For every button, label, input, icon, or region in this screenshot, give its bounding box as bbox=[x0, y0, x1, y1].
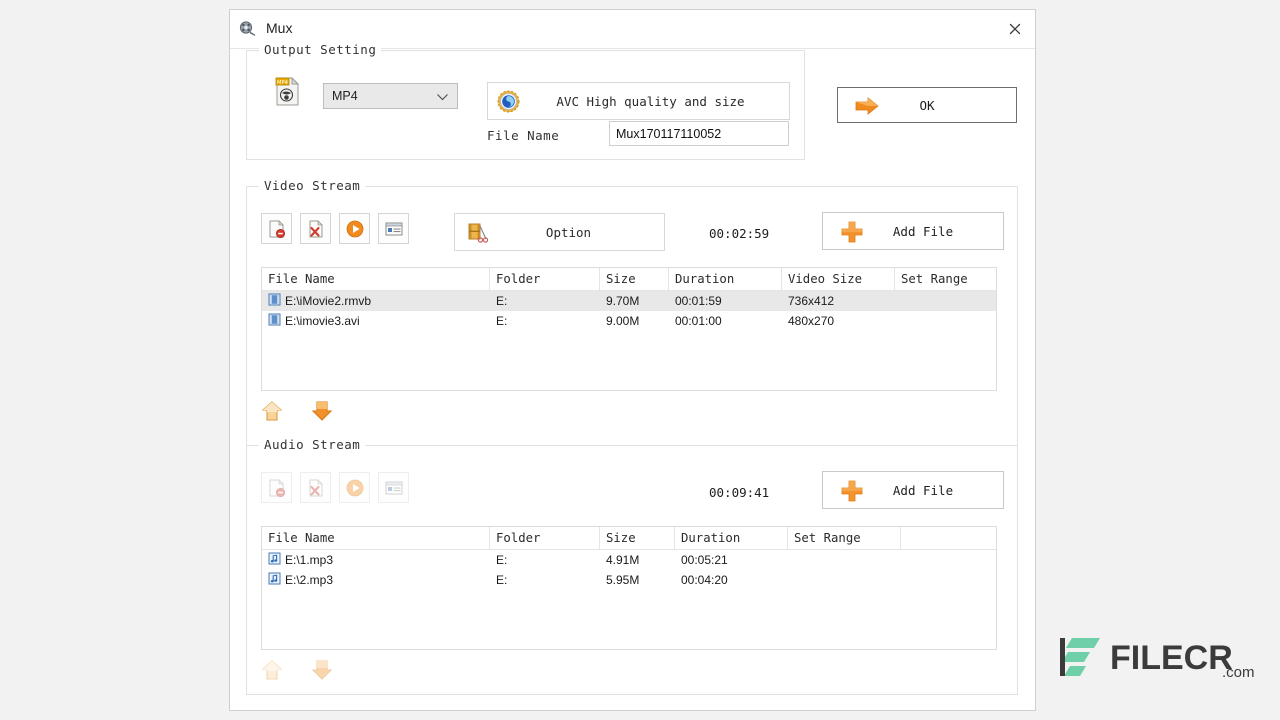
delete-file-icon[interactable] bbox=[300, 213, 331, 244]
quality-preset-button[interactable]: AVC High quality and size bbox=[487, 82, 790, 120]
video-cell-folder: E: bbox=[490, 314, 600, 328]
video-file-name-text: E:\iMovie2.rmvb bbox=[285, 294, 371, 308]
video-cell-duration: 00:01:00 bbox=[669, 314, 782, 328]
svg-text:MP4: MP4 bbox=[277, 80, 289, 86]
move-down-icon[interactable] bbox=[311, 659, 333, 681]
quality-preset-value: AVC High quality and size bbox=[488, 94, 789, 109]
table-row[interactable]: E:\iMovie2.rmvb E: 9.70M 00:01:59 736x41… bbox=[262, 291, 996, 311]
filecr-wordmark: FILECR bbox=[1110, 641, 1233, 675]
audio-table-header: File Name Folder Size Duration Set Range bbox=[262, 527, 996, 550]
audio-file-icon bbox=[268, 572, 281, 588]
audio-cell-size: 4.91M bbox=[600, 553, 675, 567]
audio-col-extra[interactable] bbox=[901, 527, 996, 549]
output-format-value: MP4 bbox=[332, 89, 358, 103]
filecr-watermark: FILECR .com bbox=[1060, 628, 1265, 688]
delete-file-icon[interactable] bbox=[300, 472, 331, 503]
remove-file-icon[interactable] bbox=[261, 213, 292, 244]
orange-plus-icon bbox=[841, 480, 863, 502]
film-cut-icon bbox=[467, 222, 489, 244]
video-total-duration: 00:02:59 bbox=[709, 226, 769, 241]
properties-icon[interactable] bbox=[378, 213, 409, 244]
filecr-tld: .com bbox=[1222, 664, 1255, 681]
orange-plus-icon bbox=[841, 221, 863, 243]
video-cell-video-size: 480x270 bbox=[782, 314, 895, 328]
chevron-down-icon bbox=[436, 91, 449, 105]
audio-cell-file-name: E:\2.mp3 bbox=[262, 572, 490, 588]
video-cell-size: 9.70M bbox=[600, 294, 669, 308]
mux-dialog-window: Mux Output Setting MP4 bbox=[229, 9, 1036, 711]
audio-file-name-text: E:\1.mp3 bbox=[285, 553, 333, 567]
audio-col-set-range[interactable]: Set Range bbox=[788, 527, 901, 549]
table-row[interactable]: E:\imovie3.avi E: 9.00M 00:01:00 480x270 bbox=[262, 311, 996, 331]
properties-icon[interactable] bbox=[378, 472, 409, 503]
file-name-input[interactable] bbox=[609, 121, 789, 146]
video-col-size[interactable]: Size bbox=[600, 268, 669, 290]
audio-cell-folder: E: bbox=[490, 573, 600, 587]
move-up-icon[interactable] bbox=[261, 400, 283, 422]
video-cell-file-name: E:\imovie3.avi bbox=[262, 313, 490, 329]
ok-button[interactable]: OK bbox=[837, 87, 1017, 123]
output-setting-group: Output Setting MP4 MP4 bbox=[246, 50, 805, 160]
audio-col-folder[interactable]: Folder bbox=[490, 527, 600, 549]
video-add-file-button[interactable]: Add File bbox=[822, 212, 1004, 250]
video-cell-folder: E: bbox=[490, 294, 600, 308]
video-cell-video-size: 736x412 bbox=[782, 294, 895, 308]
play-icon[interactable] bbox=[339, 472, 370, 503]
film-reel-icon bbox=[239, 20, 257, 38]
audio-stream-group: Audio Stream bbox=[246, 445, 1018, 695]
video-col-duration[interactable]: Duration bbox=[669, 268, 782, 290]
audio-cell-duration: 00:04:20 bbox=[675, 573, 788, 587]
video-file-icon bbox=[268, 293, 281, 309]
move-up-icon[interactable] bbox=[261, 659, 283, 681]
audio-toolbar bbox=[261, 472, 409, 503]
screen: Mux Output Setting MP4 bbox=[0, 0, 1280, 720]
video-toolbar bbox=[261, 213, 409, 244]
quality-gear-icon bbox=[497, 90, 520, 113]
video-col-video-size[interactable]: Video Size bbox=[782, 268, 895, 290]
video-file-name-text: E:\imovie3.avi bbox=[285, 314, 360, 328]
output-format-select[interactable]: MP4 bbox=[323, 83, 458, 109]
audio-cell-file-name: E:\1.mp3 bbox=[262, 552, 490, 568]
video-stream-group: Video Stream bbox=[246, 186, 1018, 466]
file-name-label: File Name bbox=[487, 128, 559, 143]
table-row[interactable]: E:\1.mp3 E: 4.91M 00:05:21 bbox=[262, 550, 996, 570]
audio-cell-size: 5.95M bbox=[600, 573, 675, 587]
video-cell-file-name: E:\iMovie2.rmvb bbox=[262, 293, 490, 309]
video-file-table: File Name Folder Size Duration Video Siz… bbox=[261, 267, 997, 391]
audio-col-duration[interactable]: Duration bbox=[675, 527, 788, 549]
audio-col-size[interactable]: Size bbox=[600, 527, 675, 549]
video-file-icon bbox=[268, 313, 281, 329]
mp4-file-icon: MP4 bbox=[275, 77, 300, 106]
audio-move-controls bbox=[261, 659, 333, 681]
window-title: Mux bbox=[266, 20, 292, 36]
play-icon[interactable] bbox=[339, 213, 370, 244]
filecr-logo-icon bbox=[1060, 634, 1104, 682]
video-col-file-name[interactable]: File Name bbox=[262, 268, 490, 290]
table-row[interactable]: E:\2.mp3 E: 5.95M 00:04:20 bbox=[262, 570, 996, 590]
audio-total-duration: 00:09:41 bbox=[709, 485, 769, 500]
video-table-header: File Name Folder Size Duration Video Siz… bbox=[262, 268, 996, 291]
audio-file-name-text: E:\2.mp3 bbox=[285, 573, 333, 587]
remove-file-icon[interactable] bbox=[261, 472, 292, 503]
audio-file-icon bbox=[268, 552, 281, 568]
move-down-icon[interactable] bbox=[311, 400, 333, 422]
video-cell-duration: 00:01:59 bbox=[669, 294, 782, 308]
video-option-button[interactable]: Option bbox=[454, 213, 665, 251]
orange-arrow-right-icon bbox=[854, 96, 880, 116]
audio-col-file-name[interactable]: File Name bbox=[262, 527, 490, 549]
audio-add-file-button[interactable]: Add File bbox=[822, 471, 1004, 509]
video-col-folder[interactable]: Folder bbox=[490, 268, 600, 290]
audio-stream-legend: Audio Stream bbox=[259, 437, 365, 452]
audio-file-table: File Name Folder Size Duration Set Range bbox=[261, 526, 997, 650]
audio-cell-folder: E: bbox=[490, 553, 600, 567]
video-move-controls bbox=[261, 400, 333, 422]
audio-cell-duration: 00:05:21 bbox=[675, 553, 788, 567]
video-stream-legend: Video Stream bbox=[259, 178, 365, 193]
video-col-set-range[interactable]: Set Range bbox=[895, 268, 996, 290]
close-icon[interactable] bbox=[1001, 16, 1029, 42]
output-setting-legend: Output Setting bbox=[259, 42, 381, 57]
video-cell-size: 9.00M bbox=[600, 314, 669, 328]
